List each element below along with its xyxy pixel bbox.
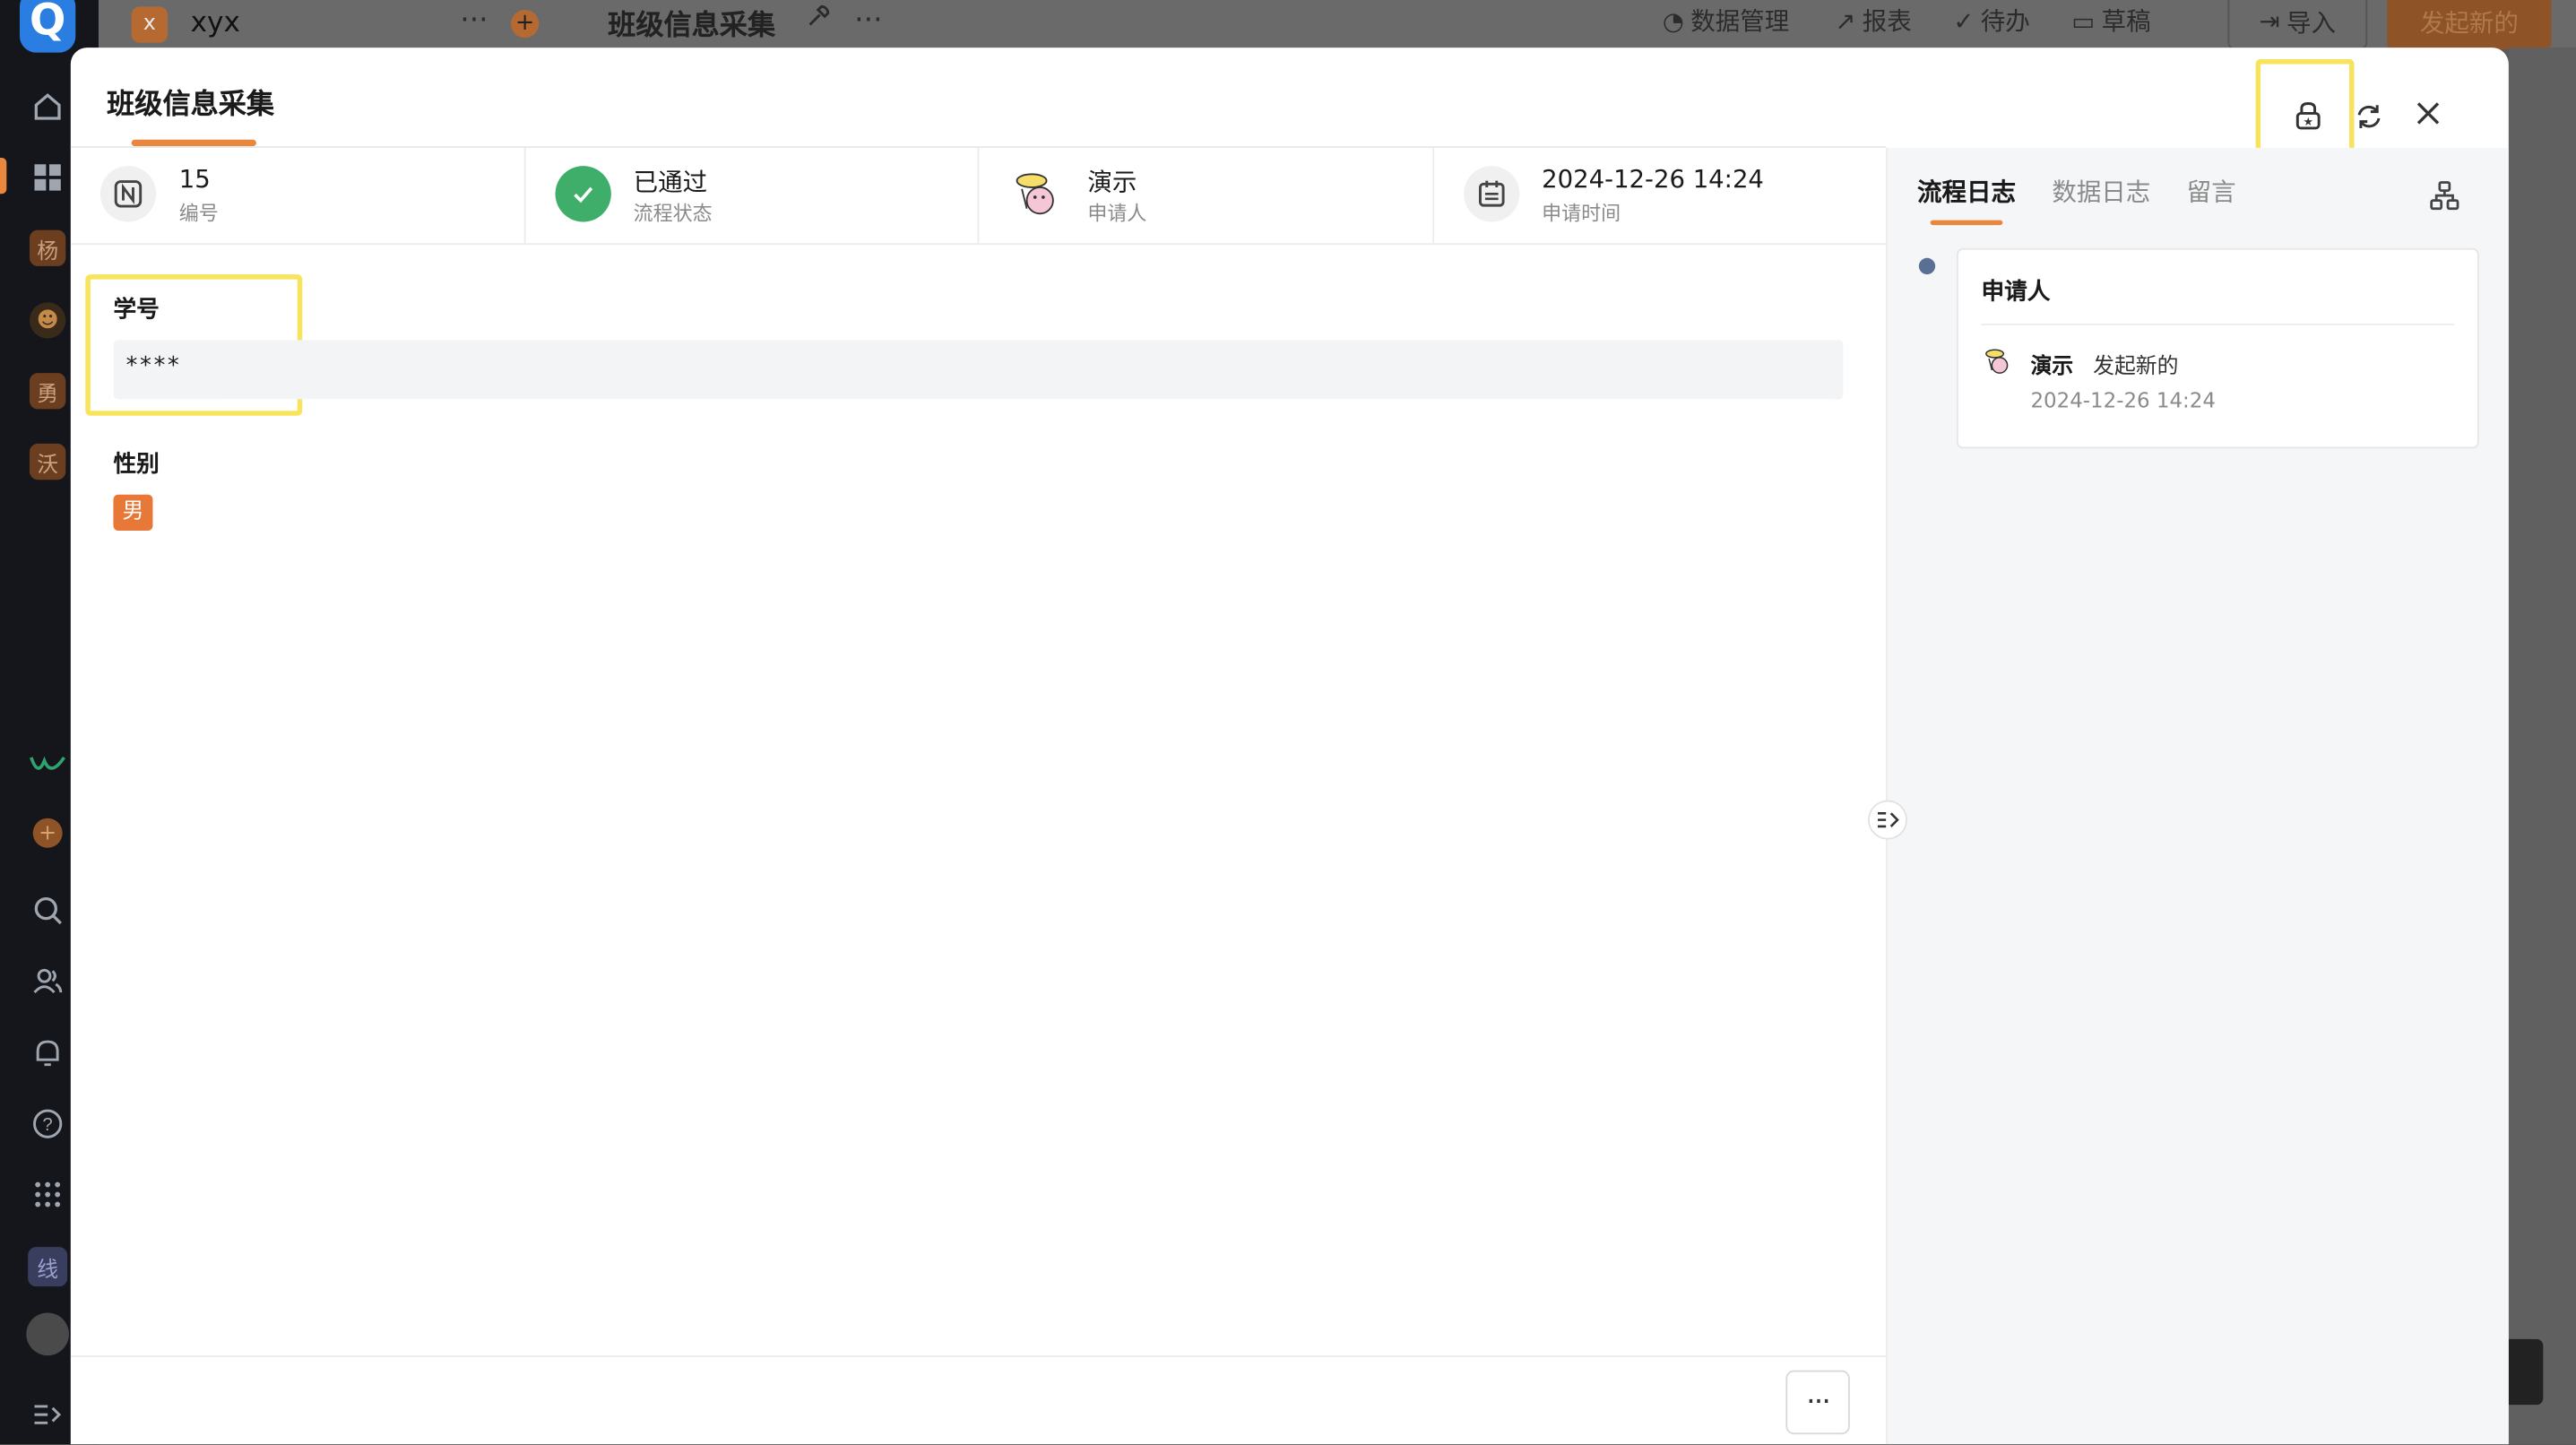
flow-status: 已通过 [633,167,708,197]
contacts-icon[interactable] [26,959,69,1002]
applicant-name: 演示 [1087,167,1137,197]
menu-label: 数据管理 [1690,6,1790,37]
brand-icon[interactable] [26,744,69,787]
flow-status-label: 流程状态 [633,202,713,226]
log-tabs: 流程日志 数据日志 留言 [1917,174,2236,226]
apply-time-label: 申请时间 [1542,202,1621,226]
check-circle-icon [554,166,610,222]
tab-flow-log[interactable]: 流程日志 [1917,174,2016,226]
tab-comments[interactable]: 留言 [2187,174,2236,208]
student-id-label: 学号 [113,297,160,324]
menu-reports[interactable]: ↗ 报表 [1835,4,1911,38]
menu-label: 待办 [1980,6,2030,37]
apps-grid-icon[interactable] [26,1173,69,1216]
lock-icon[interactable]: ★ [2286,92,2331,138]
modal-title: 班级信息采集 [107,88,275,122]
apply-time: 2024-12-26 14:24 [1542,164,1764,195]
import-label: 导入 [2286,7,2337,38]
wrench-icon[interactable] [805,4,831,37]
app-logo[interactable]: Q [19,0,76,53]
more-actions-button[interactable]: ··· [1785,1370,1850,1435]
record-number: 15 [178,164,211,195]
divider [1981,324,2455,325]
app-icon[interactable]: x [131,6,168,43]
gender-label: 性别 [113,452,160,479]
log-panel: 流程日志 数据日志 留言 申请人 演示 发起新的 2024-12-26 14:2… [1868,147,2509,1445]
refresh-icon[interactable] [2346,93,2391,139]
student-id-field[interactable]: **** [113,340,1844,400]
search-icon[interactable] [26,889,69,932]
log-entry: 申请人 演示 发起新的 2024-12-26 14:24 [1956,247,2479,449]
flowchart-icon[interactable] [2430,181,2459,217]
close-icon[interactable] [2405,91,2451,136]
new-submission-button[interactable]: 发起新的 [2387,0,2552,49]
calendar-icon [1463,166,1519,222]
app-name[interactable]: xyx [191,6,240,39]
workspace-tag[interactable]: 线 [28,1247,68,1287]
collapse-panel-icon[interactable] [1868,800,1907,840]
menu-drafts[interactable]: ▭ 草稿 [2071,4,2150,38]
help-icon[interactable]: ? [26,1103,69,1146]
info-cell-applicant: 演示 申请人 [979,147,1434,244]
log-node-title: 申请人 [1981,279,2051,306]
applicant-label: 申请人 [1087,202,1147,226]
applicant-avatar [1008,166,1064,221]
menu-todo[interactable]: ✓ 待办 [1953,4,2029,38]
footer-divider [70,1355,1887,1357]
menu-label: 报表 [1862,6,1912,37]
gender-tag: 男 [113,494,153,532]
chart-icon: ↗ [1835,5,1856,36]
add-icon[interactable]: + [511,9,540,39]
record-detail-modal: 班级信息采集 ★ 15 编号 已通过 流程状态 演示 申请人 2024-12-2… [70,48,2509,1445]
menu-data-management[interactable]: ◔ 数据管理 [1663,4,1789,38]
tab-data-log[interactable]: 数据日志 [2052,174,2150,208]
log-action: 发起新的 [2093,354,2179,380]
import-icon: ⇥ [2259,6,2280,37]
svg-text:?: ? [43,1115,53,1135]
bell-icon[interactable] [26,1032,69,1075]
id-icon [99,166,157,222]
info-cell-time: 2024-12-26 14:24 申请时间 [1433,148,1886,243]
form-title: 班级信息采集 [608,9,776,43]
log-time: 2024-12-26 14:24 [2030,387,2216,413]
workspace-avatar[interactable]: ☻ [29,302,66,339]
timeline-dot [1918,257,1936,275]
user-avatar [1981,345,2014,378]
expand-sidebar-icon[interactable] [26,1393,69,1436]
more-icon[interactable]: ··· [854,4,882,38]
workspace-avatar[interactable]: 沃 [29,443,66,480]
user-avatar[interactable] [26,1312,69,1356]
workspace-avatar[interactable]: 杨 [29,229,66,266]
more-icon[interactable]: ··· [460,4,488,38]
inbox-icon: ▭ [2071,5,2096,36]
dashboard-icon[interactable] [26,156,69,199]
record-number-label: 编号 [178,202,219,226]
menu-label: 草稿 [2101,6,2151,37]
add-icon[interactable]: + [32,818,63,848]
home-icon[interactable] [26,85,69,128]
background-content [2508,48,2576,1445]
workspace-avatar[interactable]: 勇 [29,373,66,410]
info-cell-status: 已通过 流程状态 [525,147,980,244]
gauge-icon: ◔ [1662,5,1684,36]
record-info-row: 15 编号 已通过 流程状态 演示 申请人 2024-12-26 14:24 申… [70,147,1887,246]
check-icon: ✓ [1953,5,1975,36]
import-button[interactable]: ⇥ 导入 [2227,0,2368,49]
title-underline [131,139,256,147]
log-user: 演示 [2030,354,2074,380]
svg-text:★: ★ [2303,116,2313,129]
active-indicator [0,157,7,195]
info-cell-number: 15 编号 [71,147,525,244]
